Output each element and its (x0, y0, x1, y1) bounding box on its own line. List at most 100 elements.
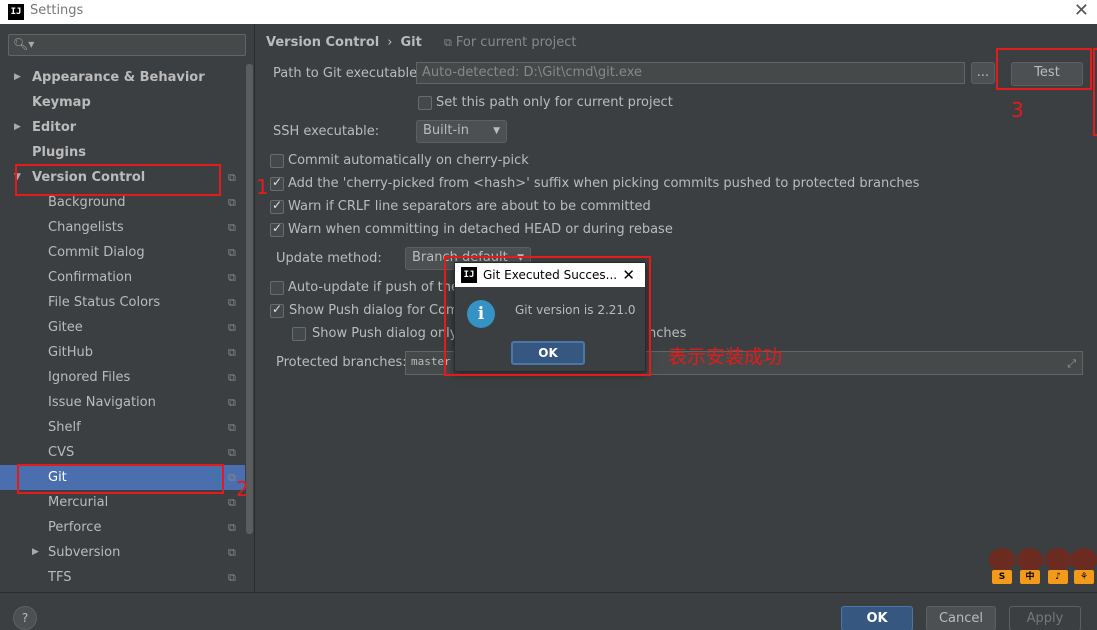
project-scope-icon: ⧉ (228, 571, 236, 584)
close-window-icon[interactable]: ✕ (1074, 0, 1089, 22)
sidebar-item-github[interactable]: GitHub ⧉ (0, 340, 245, 365)
sidebar-item-shelf[interactable]: Shelf ⧉ (0, 415, 245, 440)
sidebar-item-tfs[interactable]: TFS ⧉ (0, 565, 245, 590)
mascot-head (989, 548, 1015, 570)
sidebar-item-plugins[interactable]: Plugins (0, 140, 245, 165)
mascot-head (1017, 548, 1043, 570)
cherry-picked-suffix-checkbox[interactable]: ✓ (270, 175, 284, 191)
ssh-executable-label: SSH executable: (273, 124, 380, 139)
mascot-badge: S (992, 570, 1012, 584)
show-push-checkbox[interactable]: ✓ (270, 302, 284, 318)
annotation-note: 表示安装成功 (668, 346, 783, 368)
sidebar-item-label: Subversion (48, 545, 121, 560)
mascot-head (1045, 548, 1071, 570)
chevron-right-icon[interactable]: ▶ (32, 540, 39, 565)
sidebar-item-file-status-colors[interactable]: File Status Colors ⧉ (0, 290, 245, 315)
mascot-figure: S (989, 548, 1015, 588)
show-push-only-label-tail: nches (648, 326, 687, 341)
ssh-executable-select[interactable]: Built-in ▼ (416, 120, 507, 143)
path-only-checkbox[interactable] (418, 96, 432, 110)
sidebar-item-confirmation[interactable]: Confirmation ⧉ (0, 265, 245, 290)
annotation-number-1: 1 (256, 175, 269, 199)
sidebar-item-keymap[interactable]: Keymap (0, 90, 245, 115)
sidebar-item-issue-navigation[interactable]: Issue Navigation ⧉ (0, 390, 245, 415)
sidebar-item-label: Keymap (32, 95, 91, 110)
sidebar-item-label: Perforce (48, 520, 102, 535)
sidebar-item-commit-dialog[interactable]: Commit Dialog ⧉ (0, 240, 245, 265)
chevron-right-icon[interactable]: ▶ (14, 65, 21, 90)
window-title: Settings (30, 3, 84, 18)
check-icon: ✓ (272, 198, 283, 212)
project-scope-icon: ⧉ (228, 471, 236, 484)
browse-button[interactable]: ... (971, 62, 995, 84)
check-icon: ✓ (272, 221, 283, 235)
breadcrumb-version-control: Version Control (266, 35, 380, 50)
project-scope-icon: ⧉ (444, 36, 452, 49)
commit-cherry-pick-checkbox[interactable] (270, 154, 284, 168)
sidebar-item-label: TFS (48, 570, 72, 585)
ok-button[interactable]: OK (841, 606, 913, 630)
mascot-badge: ♪ (1048, 570, 1068, 584)
cherry-picked-suffix-label: Add the 'cherry-picked from <hash>' suff… (288, 176, 920, 191)
sidebar-item-label: Confirmation (48, 270, 133, 285)
sidebar-item-appearance-behavior[interactable]: ▶ Appearance & Behavior (0, 65, 245, 90)
detached-head-warn-checkbox[interactable]: ✓ (270, 221, 284, 237)
sidebar-item-changelists[interactable]: Changelists ⧉ (0, 215, 245, 240)
for-current-project-note: ⧉ For current project (444, 35, 576, 50)
sidebar-item-label: Gitee (48, 320, 83, 335)
show-push-only-checkbox[interactable] (292, 327, 306, 341)
sidebar-scrollbar[interactable] (246, 64, 253, 534)
project-scope-icon: ⧉ (228, 421, 236, 434)
expand-icon[interactable]: ⤢ (1067, 354, 1076, 374)
sidebar-item-gitee[interactable]: Gitee ⧉ (0, 315, 245, 340)
dialog-footer: ? OK Cancel Apply (0, 592, 1097, 630)
sidebar-item-ignored-files[interactable]: Ignored Files ⧉ (0, 365, 245, 390)
mascot-badge: 中 (1020, 570, 1040, 584)
mascot-figure: 中 (1017, 548, 1043, 588)
project-scope-icon: ⧉ (228, 346, 236, 359)
project-scope-icon: ⧉ (228, 521, 236, 534)
project-scope-icon: ⧉ (228, 271, 236, 284)
project-scope-icon: ⧉ (228, 546, 236, 559)
chevron-right-icon[interactable]: ▶ (14, 115, 21, 140)
crlf-warn-checkbox[interactable]: ✓ (270, 198, 284, 214)
settings-main-panel: Version Control › Git ⧉ For current project… (256, 24, 1097, 592)
git-path-input[interactable]: Auto-detected: D:\Git\cmd\git.exe (416, 62, 965, 84)
cancel-button[interactable]: Cancel (926, 606, 996, 630)
protected-branches-label: Protected branches: (276, 355, 407, 370)
sidebar-item-editor[interactable]: ▶ Editor (0, 115, 245, 140)
check-icon: ✓ (272, 302, 283, 316)
apply-button[interactable]: Apply (1009, 606, 1081, 630)
project-scope-icon: ⧉ (228, 321, 236, 334)
breadcrumb-separator: › (387, 35, 393, 50)
title-bar: IJ Settings ✕ (0, 0, 1097, 24)
auto-update-checkbox[interactable] (270, 281, 284, 295)
annotation-box-edge (1093, 48, 1097, 136)
crlf-warn-label: Warn if CRLF line separators are about t… (288, 199, 651, 214)
project-scope-icon: ⧉ (228, 171, 236, 184)
path-only-label: Set this path only for current project (436, 95, 673, 110)
ssh-executable-value: Built-in (423, 123, 470, 138)
commit-cherry-pick-label: Commit automatically on cherry-pick (288, 153, 529, 168)
sidebar-item-perforce[interactable]: Perforce ⧉ (0, 515, 245, 540)
sidebar-item-cvs[interactable]: CVS ⧉ (0, 440, 245, 465)
settings-search-input[interactable]: 🔍︎▾ (8, 34, 246, 56)
annotation-box-version-control (15, 164, 221, 196)
project-scope-icon: ⧉ (228, 221, 236, 234)
annotation-number-2: 2 (236, 477, 249, 501)
search-icon: 🔍︎▾ (13, 37, 35, 51)
annotation-box-test (996, 48, 1092, 90)
help-button[interactable]: ? (13, 606, 37, 630)
annotation-box-git (17, 464, 224, 494)
sidebar-item-label: Shelf (48, 420, 81, 435)
annotation-box-dialog (444, 256, 651, 376)
settings-sidebar: 🔍︎▾ ▶ Appearance & Behavior Keymap ▶ Editor P… (0, 24, 255, 592)
update-method-label: Update method: (276, 251, 382, 266)
mascot-head (1071, 548, 1097, 570)
sidebar-item-subversion[interactable]: ▶ Subversion ⧉ (0, 540, 245, 565)
project-scope-icon: ⧉ (228, 371, 236, 384)
project-scope-icon: ⧉ (228, 296, 236, 309)
sidebar-item-label: Appearance & Behavior (32, 70, 205, 85)
annotation-number-3: 3 (1011, 98, 1024, 122)
path-to-git-label: Path to Git executable: (273, 66, 422, 81)
